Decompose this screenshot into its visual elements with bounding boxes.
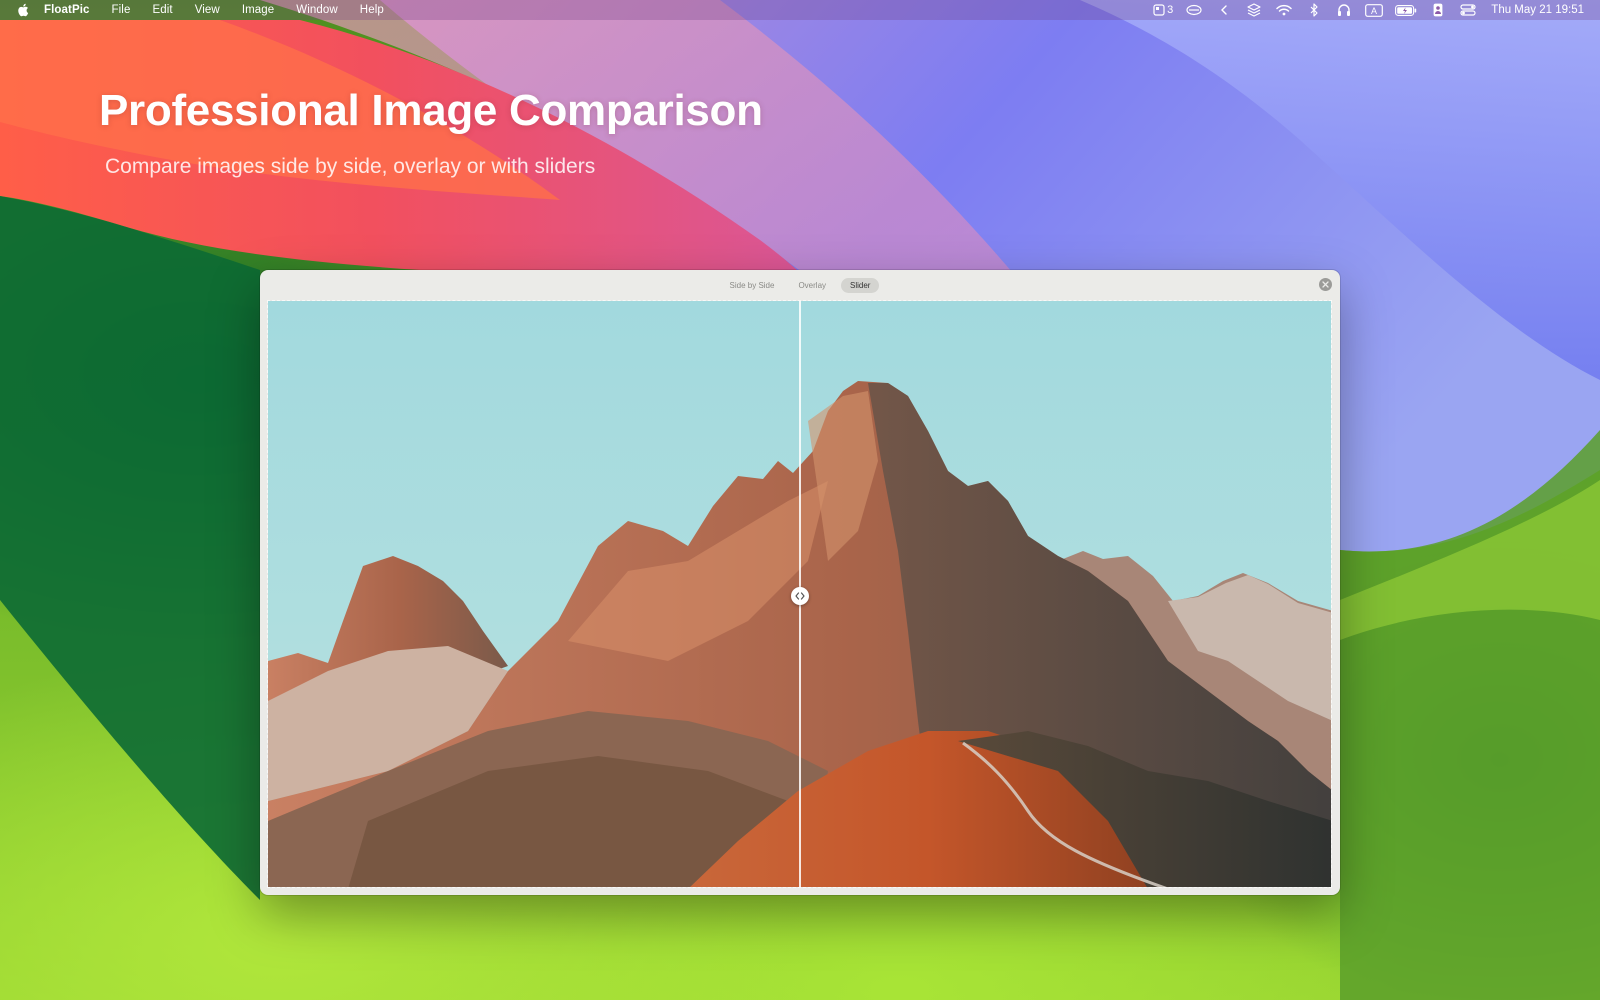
menu-image[interactable]: Image [242,4,274,16]
comparison-window: Side by Side Overlay Slider [260,270,1340,895]
menubar-clock[interactable]: Thu May 21 19:51 [1491,4,1584,16]
menu-view[interactable]: View [195,4,220,16]
apple-icon[interactable] [14,1,32,19]
chevron-left-icon[interactable] [1215,3,1233,17]
menu-app-name[interactable]: FloatPic [44,4,90,16]
headphones-icon[interactable] [1335,3,1353,17]
window-titlebar[interactable]: Side by Side Overlay Slider [260,270,1340,300]
battery-icon[interactable] [1395,3,1417,17]
input-source-icon[interactable]: A [1365,3,1384,17]
mode-side-by-side[interactable]: Side by Side [721,278,784,293]
user-icon[interactable] [1429,3,1447,17]
status-area: 3 A Thu May 21 19:51 [1147,0,1600,20]
hero-subtitle: Compare images side by side, overlay or … [105,155,596,178]
mode-overlay[interactable]: Overlay [789,278,835,293]
menu-edit[interactable]: Edit [152,4,172,16]
slider-handle[interactable] [791,587,809,605]
stack-icon[interactable] [1245,3,1263,17]
chevron-left-right-icon [795,592,805,600]
hero-title: Professional Image Comparison [99,86,763,135]
menu-file[interactable]: File [112,4,131,16]
control-center-icon[interactable] [1459,3,1477,17]
wifi-icon[interactable] [1275,3,1293,17]
mode-slider[interactable]: Slider [841,277,880,293]
menu-bar: FloatPic File Edit View Image Window Hel… [0,0,1600,20]
bluetooth-icon[interactable] [1305,3,1323,17]
comparison-canvas[interactable] [267,300,1332,888]
close-icon [1322,281,1329,288]
mode-segmented-control: Side by Side Overlay Slider [721,277,880,293]
screens-count: 3 [1167,4,1174,16]
close-button[interactable] [1319,278,1332,291]
input-source-label: A [1371,6,1377,16]
screens-icon[interactable]: 3 [1153,3,1173,17]
vpn-icon[interactable] [1185,3,1203,17]
menu-window[interactable]: Window [296,4,338,16]
menu-help[interactable]: Help [360,4,384,16]
